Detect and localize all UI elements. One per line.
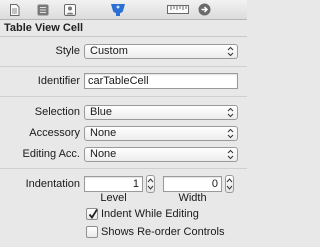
stepper-arrows-icon xyxy=(226,178,233,190)
accessory-popup[interactable]: None xyxy=(84,126,238,141)
selection-label: Selection xyxy=(34,106,80,118)
indentation-width-stepper[interactable] xyxy=(225,175,234,193)
identity-inspector-tab[interactable] xyxy=(63,3,76,16)
indentation-level-field[interactable]: 1 xyxy=(84,176,143,192)
style-popup[interactable]: Custom xyxy=(84,44,238,59)
section-divider xyxy=(0,36,247,37)
file-inspector-tab[interactable] xyxy=(8,3,21,16)
popup-arrows-icon xyxy=(227,107,234,118)
selection-value: Blue xyxy=(90,106,113,118)
connections-arrow-icon xyxy=(198,3,211,16)
divider xyxy=(0,168,247,169)
style-value: Custom xyxy=(90,45,128,57)
indentation-width-field[interactable]: 0 xyxy=(163,176,222,192)
quick-help-tab[interactable] xyxy=(36,3,49,16)
inspector-tab-bar xyxy=(0,0,247,20)
indent-while-editing-label: Indent While Editing xyxy=(101,208,199,220)
editing-accessory-popup[interactable]: None xyxy=(84,147,238,162)
indentation-label: Indentation xyxy=(25,178,80,190)
identifier-label: Identifier xyxy=(37,75,80,87)
indentation-level-stepper[interactable] xyxy=(146,175,155,193)
accessory-label: Accessory xyxy=(29,127,80,139)
shows-reorder-controls-label: Shows Re-order Controls xyxy=(101,226,225,238)
quick-help-icon xyxy=(37,4,48,15)
stepper-arrows-icon xyxy=(147,178,154,190)
popup-arrows-icon xyxy=(227,46,234,57)
shows-reorder-controls-checkbox[interactable] xyxy=(86,226,98,238)
level-caption: Level xyxy=(100,192,127,204)
size-inspector-tab[interactable] xyxy=(167,3,189,16)
accessory-value: None xyxy=(90,127,117,139)
divider xyxy=(0,66,247,67)
attributes-icon xyxy=(111,4,125,16)
section-title: Table View Cell xyxy=(4,22,84,34)
identifier-field[interactable]: carTableCell xyxy=(84,73,238,89)
size-ruler-icon xyxy=(167,5,189,14)
attributes-inspector-tab[interactable] xyxy=(110,3,126,16)
popup-arrows-icon xyxy=(227,149,234,160)
selection-popup[interactable]: Blue xyxy=(84,105,238,120)
editing-accessory-value: None xyxy=(90,148,117,160)
style-label: Style xyxy=(55,45,80,57)
divider xyxy=(0,96,247,97)
identity-icon xyxy=(63,3,76,16)
file-icon xyxy=(10,3,20,16)
editing-accessory-label: Editing Acc. xyxy=(22,148,80,160)
width-caption: Width xyxy=(178,192,207,204)
popup-arrows-icon xyxy=(227,128,234,139)
indent-while-editing-checkbox[interactable] xyxy=(86,208,98,220)
connections-inspector-tab[interactable] xyxy=(198,3,211,16)
checkmark-icon xyxy=(88,209,98,220)
